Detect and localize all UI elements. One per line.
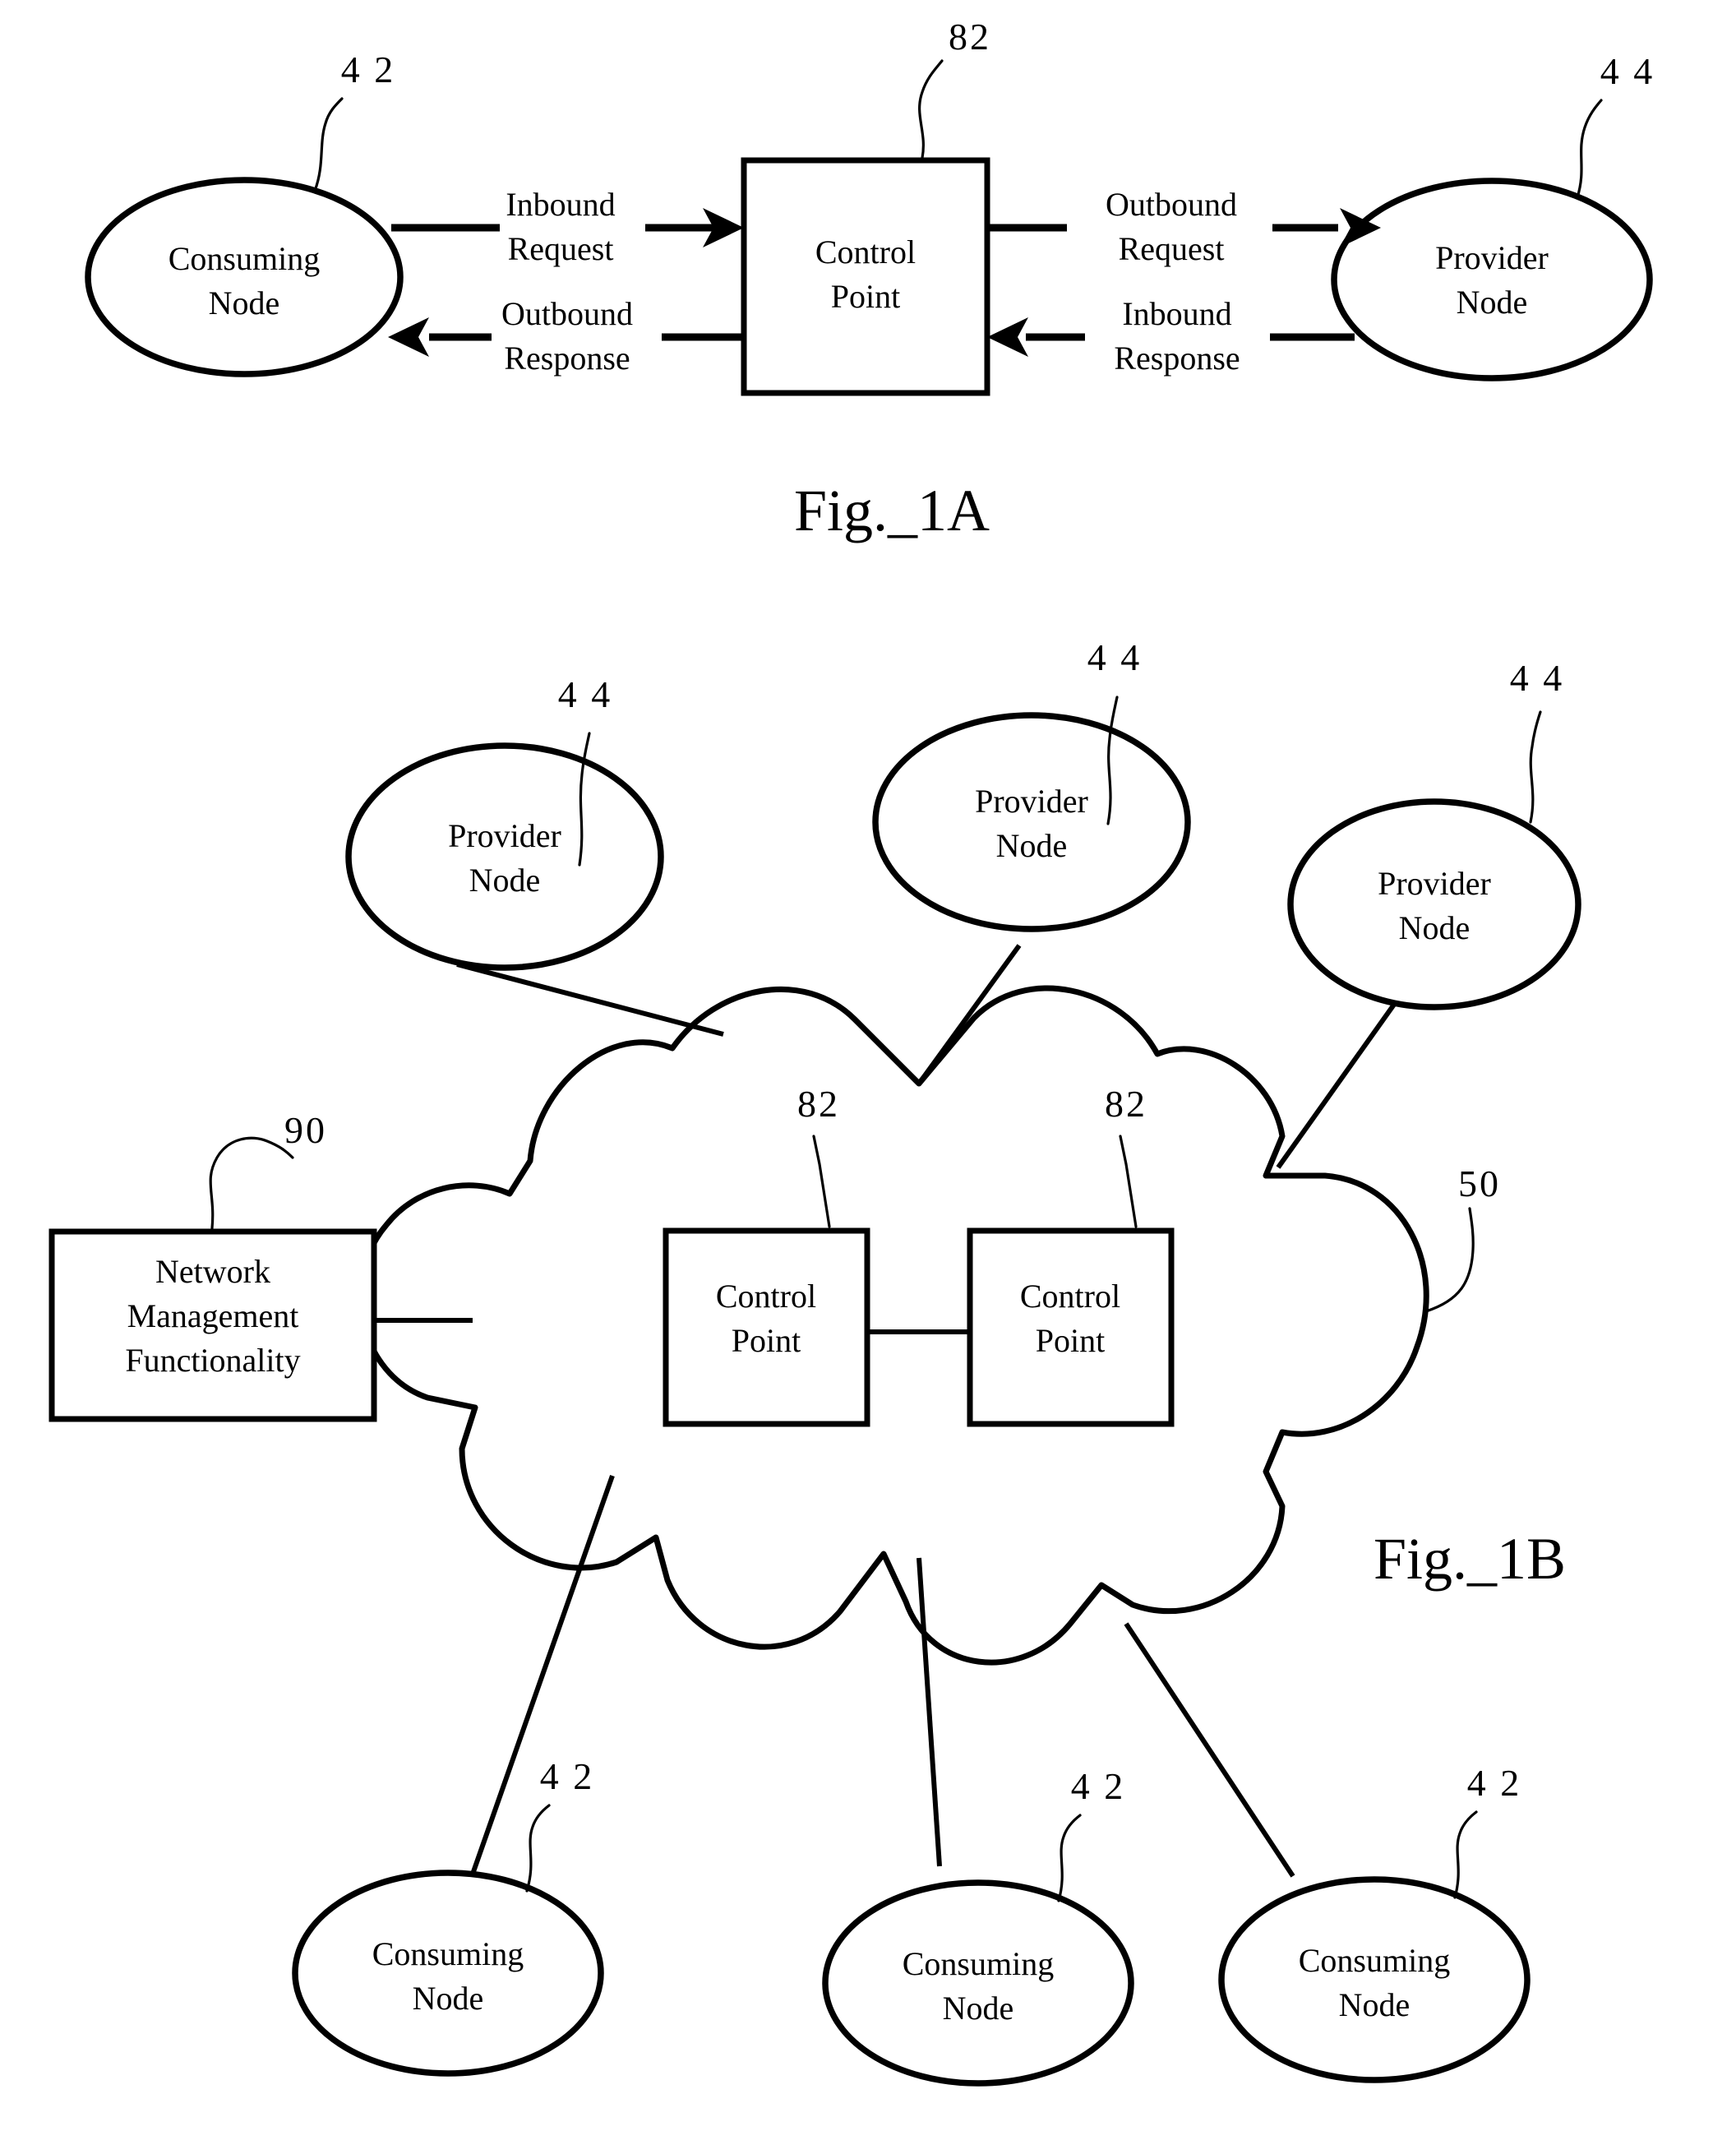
- fig1b-consuming-2-ref-number: 4 2: [1071, 1765, 1126, 1807]
- fig1b-cloud-leader-line: [1424, 1207, 1475, 1313]
- outbound-request-label-line2: Request: [1119, 230, 1225, 267]
- consuming-node-3-ellipse: [1218, 1876, 1531, 2083]
- consuming-node-3-label-line1: Consuming: [1299, 1942, 1450, 1979]
- fig1b-consuming-1-ref-number: 4 2: [540, 1755, 595, 1797]
- fig1b-provider-node-3[interactable]: Provider Node: [1287, 798, 1581, 1010]
- fig1b-provider-node-1[interactable]: Provider Node: [345, 742, 664, 971]
- consuming-node-1-ellipse: [292, 1870, 604, 2077]
- fig1b-consuming-3-leader-line: [1453, 1810, 1478, 1899]
- fig1b-control-point-1-leader-line: [812, 1135, 831, 1228]
- fig1b-provider-node-2[interactable]: Provider Node: [872, 712, 1191, 932]
- fig1a-caption: Fig._1A: [794, 478, 990, 543]
- fig1a-edge-outbound-response: Outbound Response: [388, 295, 744, 377]
- fig1a-consuming-node[interactable]: Consuming Node: [85, 177, 404, 377]
- fig1b-nmf-ref-number: 90: [284, 1109, 327, 1151]
- drawing-canvas: Consuming Node 4 2 Control Point 82 Prov…: [48, 16, 1655, 2087]
- nmf-label-line2: Management: [127, 1297, 299, 1334]
- fig1b-control-point-2-ref-number: 82: [1105, 1083, 1147, 1125]
- provider-node-2-label-line1: Provider: [975, 783, 1088, 820]
- control-point-label-line1: Control: [815, 233, 916, 270]
- inbound-request-label-line2: Request: [508, 230, 614, 267]
- fig1b-network-management-functionality[interactable]: Network Management Functionality: [48, 1228, 377, 1422]
- link-cloud-to-consumer1: [468, 1475, 615, 1882]
- fig1b-network-cloud[interactable]: 50: [358, 985, 1501, 1666]
- provider-node-1-ellipse: [345, 742, 664, 971]
- fig1b-control-point-1[interactable]: Control Point: [663, 1227, 870, 1427]
- outbound-response-label-line2: Response: [504, 340, 630, 377]
- fig1b-control-point-2[interactable]: Control Point: [967, 1227, 1175, 1427]
- fig1b-caption: Fig._1B: [1374, 1526, 1566, 1592]
- fig1b-consuming-node-1[interactable]: Consuming Node: [292, 1870, 604, 2077]
- link-cloud-to-consumer2: [916, 1557, 942, 1867]
- consuming-node-2-label-line2: Node: [943, 1990, 1014, 2027]
- fig1a-edge-inbound-response: Inbound Response: [987, 295, 1355, 377]
- inbound-response-arrowhead: [987, 317, 1028, 357]
- control-point-label-line2: Point: [831, 278, 900, 315]
- fig1b-consuming-node-3[interactable]: Consuming Node: [1218, 1876, 1531, 2083]
- consuming-node-3-label-line2: Node: [1339, 1986, 1410, 2023]
- fig1b-provider-3-leader-line: [1529, 710, 1542, 824]
- fig1a-control-point[interactable]: Control Point: [741, 157, 990, 396]
- provider-node-3-ellipse: [1287, 798, 1581, 1010]
- fig1b-control-point-1-ref-number: 82: [797, 1083, 840, 1125]
- cloud-outline: [358, 985, 1429, 1666]
- provider-node-ellipse: [1331, 178, 1653, 381]
- consuming-node-label-line2: Node: [209, 284, 280, 321]
- fig1a-provider-ref-number: 4 4: [1600, 50, 1655, 92]
- fig1b-consuming-3-ref-number: 4 2: [1467, 1762, 1522, 1804]
- fig1b-consuming-2-leader-line: [1057, 1814, 1082, 1902]
- fig1a-provider-node[interactable]: Provider Node: [1331, 178, 1653, 381]
- fig1a-provider-leader-line: [1576, 99, 1603, 199]
- link-provider3-to-cloud: [1276, 981, 1412, 1169]
- provider-node-3-label-line2: Node: [1399, 909, 1471, 946]
- fig1b-connections: [372, 944, 1412, 1882]
- fig1a-edge-inbound-request: Inbound Request: [391, 186, 744, 267]
- provider-node-2-label-line2: Node: [996, 827, 1068, 864]
- provider-node-1-label-line1: Provider: [448, 817, 561, 854]
- fig1a-consuming-leader-line: [313, 97, 344, 192]
- consuming-node-label-line1: Consuming: [169, 240, 320, 277]
- provider-node-3-label-line1: Provider: [1378, 865, 1491, 902]
- fig1a-control-point-ref-number: 82: [949, 16, 991, 58]
- fig1b-control-point-2-leader-line: [1119, 1135, 1138, 1228]
- consuming-node-1-label-line1: Consuming: [372, 1935, 524, 1972]
- consuming-node-2-ellipse: [822, 1879, 1134, 2087]
- figure-1b: 50 Provider Node 4 4 Provider Node 4 4 P…: [48, 636, 1581, 2087]
- link-cloud-to-consumer3: [1124, 1622, 1295, 1878]
- consuming-node-2-label-line1: Consuming: [903, 1945, 1054, 1982]
- fig1b-provider-3-ref-number: 4 4: [1510, 657, 1565, 699]
- fig1b-cloud-ref-number: 50: [1458, 1163, 1501, 1204]
- provider-node-2-ellipse: [872, 712, 1191, 932]
- provider-node-label-line2: Node: [1457, 284, 1528, 321]
- outbound-response-arrowhead: [388, 317, 429, 357]
- outbound-response-label-line1: Outbound: [501, 295, 633, 332]
- fig1a-edge-outbound-request: Outbound Request: [987, 186, 1381, 267]
- nmf-label-line1: Network: [155, 1253, 270, 1290]
- control-point-2-label-line1: Control: [1020, 1278, 1120, 1315]
- figure-1a: Consuming Node 4 2 Control Point 82 Prov…: [85, 16, 1655, 543]
- inbound-request-label-line1: Inbound: [506, 186, 615, 223]
- fig1b-consuming-node-2[interactable]: Consuming Node: [822, 1879, 1134, 2087]
- control-point-1-label-line1: Control: [716, 1278, 816, 1315]
- link-provider1-to-cloud: [456, 962, 724, 1037]
- provider-node-label-line1: Provider: [1435, 239, 1549, 276]
- fig1b-provider-1-ref-number: 4 4: [558, 673, 613, 715]
- inbound-response-label-line2: Response: [1114, 340, 1240, 377]
- fig1b-consuming-1-leader-line: [525, 1804, 551, 1893]
- control-point-box: [741, 157, 990, 396]
- nmf-label-line3: Functionality: [125, 1342, 300, 1379]
- fig1a-consuming-ref-number: 4 2: [341, 49, 396, 90]
- control-point-1-label-line2: Point: [732, 1322, 801, 1359]
- consuming-node-1-label-line2: Node: [413, 1980, 484, 2017]
- fig1b-nmf-leader-line: [209, 1136, 294, 1230]
- control-point-2-label-line2: Point: [1036, 1322, 1105, 1359]
- fig1b-provider-2-ref-number: 4 4: [1087, 636, 1143, 678]
- inbound-response-label-line1: Inbound: [1122, 295, 1231, 332]
- outbound-request-label-line1: Outbound: [1106, 186, 1237, 223]
- provider-node-1-label-line2: Node: [469, 862, 541, 899]
- patent-drawing-sheet: Consuming Node 4 2 Control Point 82 Prov…: [0, 0, 1736, 2154]
- consuming-node-ellipse: [85, 177, 404, 377]
- fig1a-control-point-leader-line: [918, 59, 944, 159]
